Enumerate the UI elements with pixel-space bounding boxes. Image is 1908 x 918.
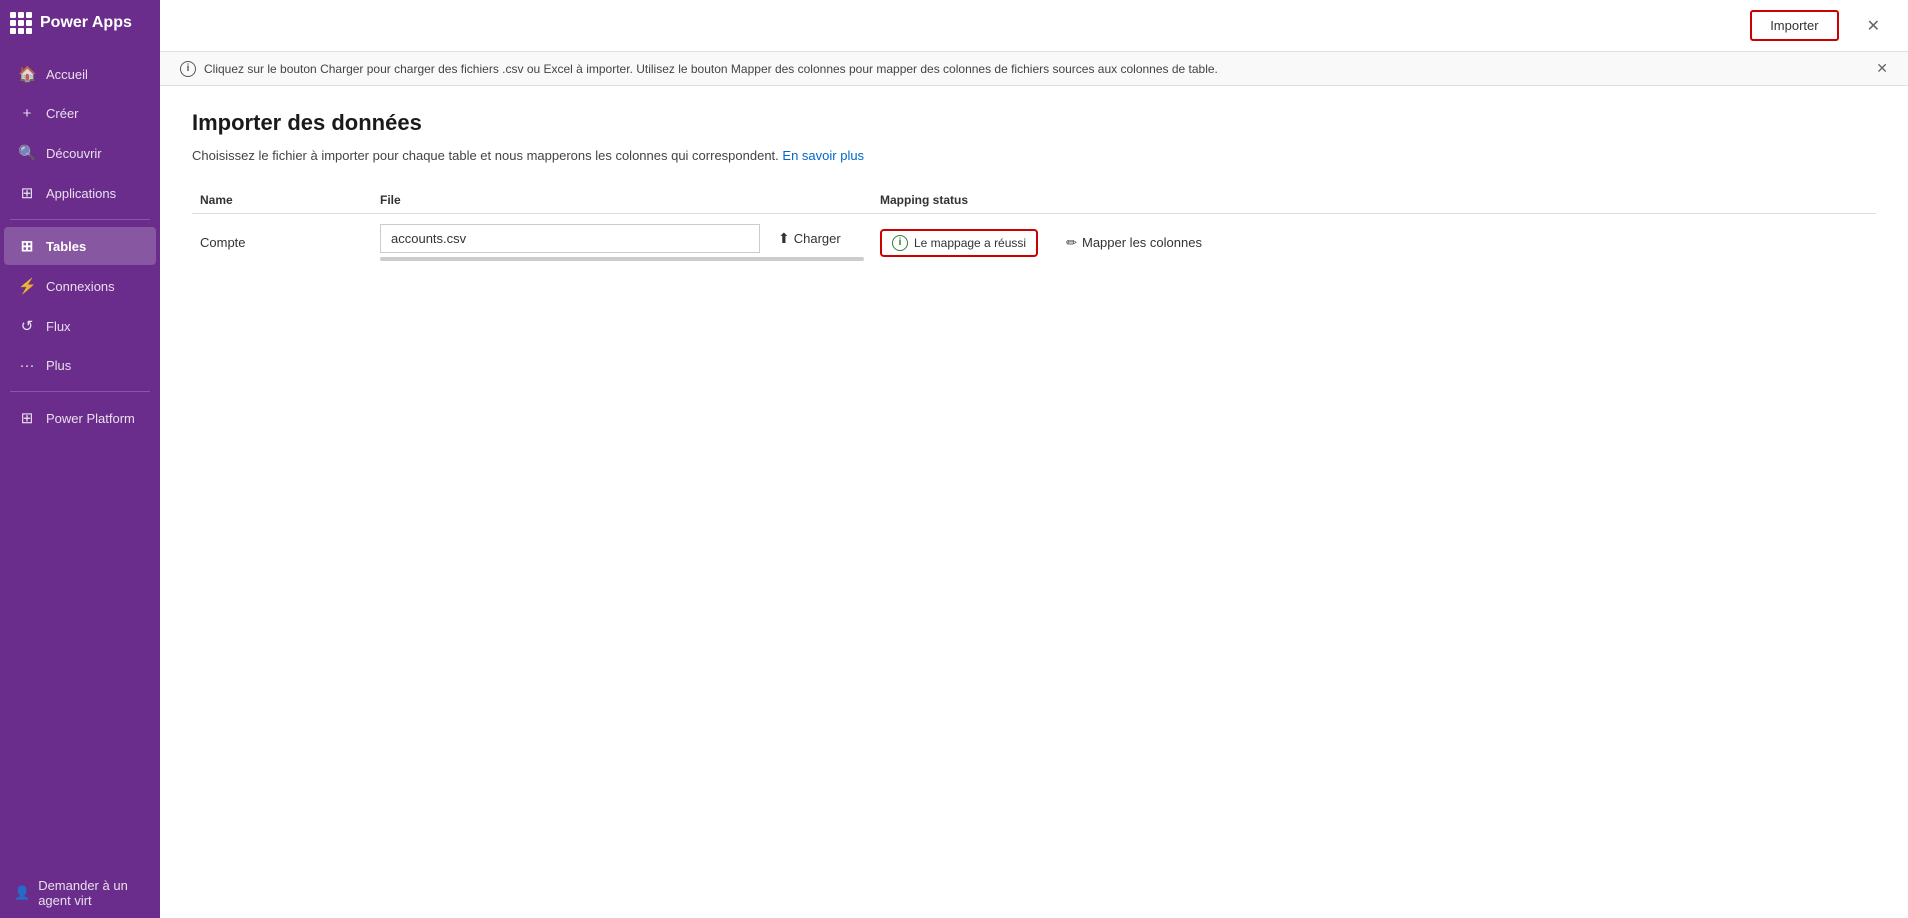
pencil-icon [1066,235,1077,251]
modal-subtitle: Choisissez le fichier à importer pour ch… [192,148,1876,163]
home-icon: 🏠 [18,65,36,83]
row-name-cell: Compte [192,214,372,272]
sidebar-label-flux: Flux [46,319,71,334]
mapper-label: Mapper les colonnes [1082,235,1202,250]
waffle-icon[interactable] [10,12,32,34]
sidebar-label-powerplatform: Power Platform [46,411,135,426]
sidebar-label-applications: Applications [46,186,116,201]
sidebar-item-applications[interactable]: ⊞ Applications [4,174,156,212]
sidebar-divider-1 [10,219,150,220]
discover-icon: 🔍 [18,144,36,162]
progress-bar [380,257,864,261]
sidebar-item-plus[interactable]: ··· Plus [4,347,156,384]
modal-body: Importer des données Choisissez le fichi… [160,86,1908,918]
sidebar-item-creer[interactable]: + Créer [4,95,156,132]
plus-icon: + [18,105,36,122]
charger-label: Charger [794,231,841,246]
sidebar-bottom-label: Demander à un agent virt [38,878,146,908]
row-file-cell: accounts.csv Charger [372,214,872,272]
sidebar-label-creer: Créer [46,106,79,121]
modal-subtitle-text: Choisissez le fichier à importer pour ch… [192,148,779,163]
col-mapping-header: Mapping status [872,187,1876,214]
sidebar-menu: 🏠 Accueil + Créer 🔍 Découvrir ⊞ Applicat… [0,46,160,868]
app-header: Power Apps [0,0,160,46]
mapper-colonnes-button[interactable]: Mapper les colonnes [1058,231,1210,255]
import-modal: Importer ✕ i Cliquez sur le bouton Charg… [160,0,1908,918]
flux-icon: ↺ [18,317,36,335]
modal-info-bar: i Cliquez sur le bouton Charger pour cha… [160,52,1908,86]
sidebar-divider-2 [10,391,150,392]
col-file-header: File [372,187,872,214]
apps-icon: ⊞ [18,184,36,202]
mapping-status-text: Le mappage a réussi [914,236,1026,250]
sidebar-label-connexions: Connexions [46,279,115,294]
sidebar-bottom-agent[interactable]: 👤 Demander à un agent virt [0,868,160,918]
charger-button[interactable]: Charger [768,224,851,253]
sidebar-item-decouvrir[interactable]: 🔍 Découvrir [4,134,156,172]
sidebar-label-decouvrir: Découvrir [46,146,102,161]
sidebar-item-tables[interactable]: ⊞ Tables [4,227,156,265]
sidebar-label-plus: Plus [46,358,71,373]
tables-icon: ⊞ [18,237,36,255]
sidebar-item-connexions[interactable]: ⚡ Connexions [4,267,156,305]
row-name-value: Compte [200,235,246,250]
powerplatform-icon: ⊞ [18,409,36,427]
main-area: + + Nouvelle table ← Imp Tables Recomman… [160,0,1908,918]
mapping-status-badge: i Le mappage a réussi [880,229,1038,257]
close-info-bar-button[interactable]: ✕ [1876,60,1888,77]
mapping-success-icon: i [892,235,908,251]
sidebar-item-accueil[interactable]: 🏠 Accueil [4,55,156,93]
modal-title: Importer des données [192,110,1876,136]
connexions-icon: ⚡ [18,277,36,295]
import-table-row: Compte accounts.csv Charger [192,214,1876,272]
upload-icon [778,230,790,247]
learn-more-link[interactable]: En savoir plus [782,148,864,163]
sidebar-item-powerplatform[interactable]: ⊞ Power Platform [4,399,156,437]
sidebar-item-flux[interactable]: ↺ Flux [4,307,156,345]
modal-close-button[interactable]: ✕ [1859,12,1888,40]
row-mapping-cell: i Le mappage a réussi Mapper les colonne… [872,214,1876,272]
modal-top-bar: Importer ✕ [160,0,1908,52]
import-table: Name File Mapping status Compte [192,187,1876,271]
sidebar: Power Apps 🏠 Accueil + Créer 🔍 Découvrir… [0,0,160,918]
importer-button[interactable]: Importer [1750,10,1838,41]
sidebar-label-accueil: Accueil [46,67,88,82]
file-input-wrapper: accounts.csv Charger [380,224,864,253]
modal-info-text: Cliquez sur le bouton Charger pour charg… [204,62,1218,76]
file-input-display: accounts.csv [380,224,760,253]
more-icon: ··· [18,357,36,374]
agent-icon: 👤 [14,885,30,901]
sidebar-label-tables: Tables [46,239,86,254]
col-name-header: Name [192,187,372,214]
app-name: Power Apps [40,14,132,32]
info-icon: i [180,61,196,77]
